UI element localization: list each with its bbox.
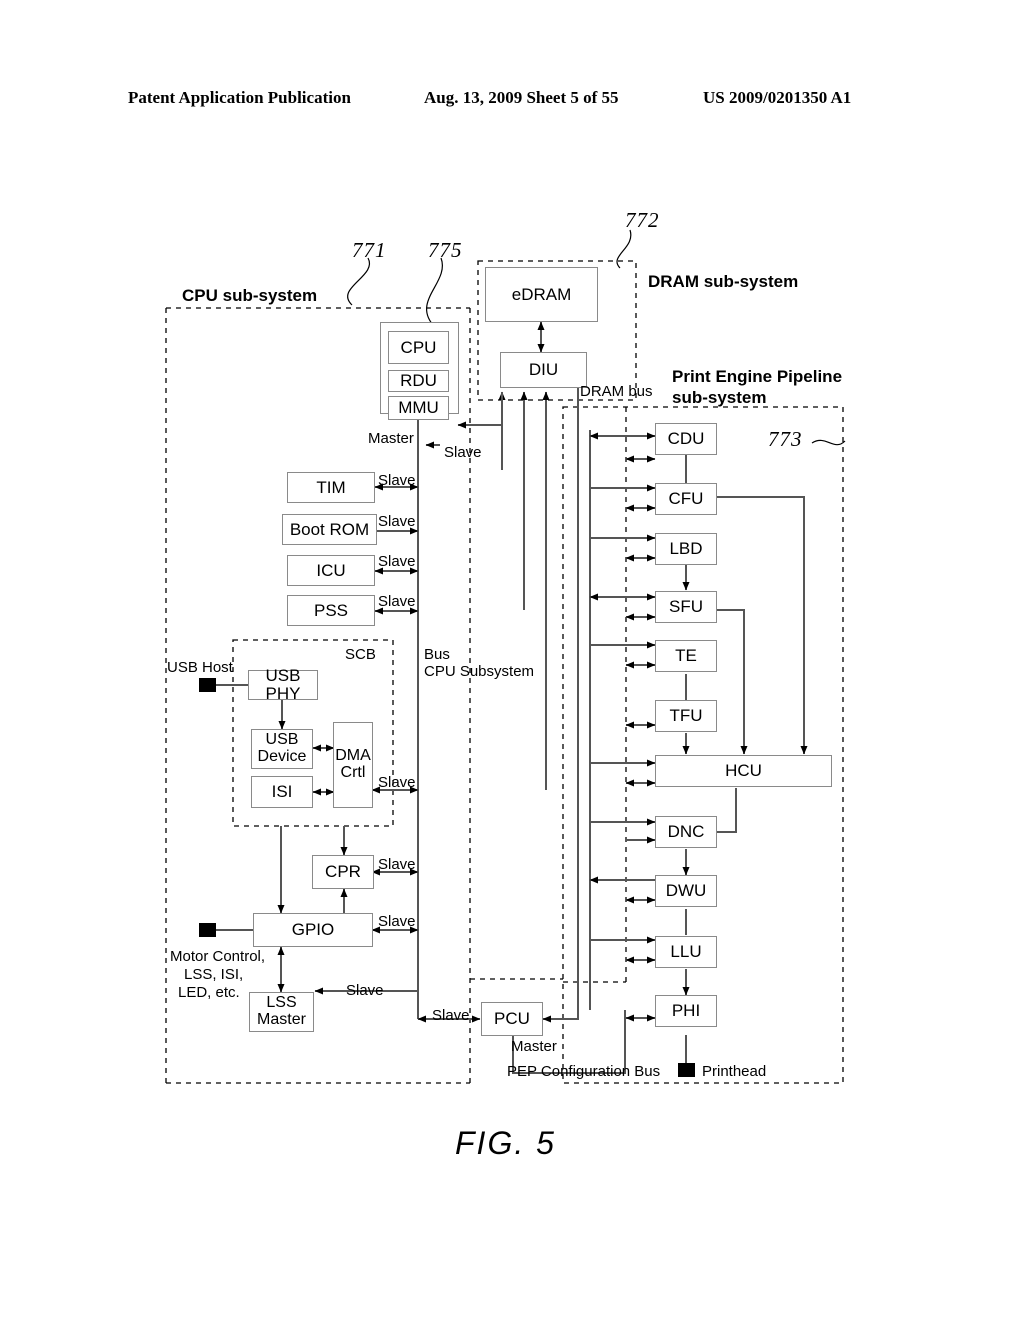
annot-slave-lss: Slave xyxy=(346,982,384,999)
ref-773: 773 xyxy=(768,427,803,451)
block-cpu[interactable]: CPU xyxy=(388,331,449,364)
conn-cfu-hcu xyxy=(717,496,808,755)
block-hcu[interactable]: HCU xyxy=(655,755,832,787)
block-te[interactable]: TE xyxy=(655,640,717,672)
block-mmu[interactable]: MMU xyxy=(388,396,449,420)
dram-subsystem-title: DRAM sub-system xyxy=(648,272,799,291)
pep-config-bus-label: PEP Configuration Bus xyxy=(507,1063,661,1080)
annot-slave-pss: Slave xyxy=(378,593,416,610)
dma-line2: Crtl xyxy=(340,764,366,781)
annot-bus-line2: CPU Subsystem xyxy=(424,663,535,680)
block-gpio[interactable]: GPIO xyxy=(253,913,373,947)
leader-772 xyxy=(616,229,632,269)
annot-master-cpu: Master xyxy=(368,430,414,447)
block-boot-rom[interactable]: Boot ROM xyxy=(282,514,377,545)
annot-slave-cpr: Slave xyxy=(378,856,416,873)
block-rdu[interactable]: RDU xyxy=(388,370,449,392)
motor-label-line3: LED, etc. xyxy=(178,984,240,1001)
block-usb-device[interactable]: USB Device xyxy=(251,729,313,769)
lss-line1: LSS xyxy=(266,994,297,1012)
usb-device-line1: USB xyxy=(265,731,299,749)
leader-771 xyxy=(347,257,371,306)
annot-dram-bus: DRAM bus xyxy=(580,383,653,400)
block-pcu[interactable]: PCU xyxy=(481,1002,543,1036)
gpio-port-icon xyxy=(199,923,216,937)
annot-slave-gpio: Slave xyxy=(378,913,416,930)
block-dma-ctrl[interactable]: DMA Crtl xyxy=(333,722,373,808)
block-pss[interactable]: PSS xyxy=(287,595,375,626)
annot-slave-dma: Slave xyxy=(378,774,416,791)
ref-775: 775 xyxy=(428,238,463,262)
conn-dram-to-pcu xyxy=(542,1010,579,1023)
block-edram[interactable]: eDRAM xyxy=(485,267,598,322)
motor-label-line1: Motor Control, xyxy=(170,948,266,965)
block-cdu[interactable]: CDU xyxy=(655,423,717,455)
pep-subsystem-title-line2: sub-system xyxy=(672,388,767,407)
block-lss-master[interactable]: LSS Master xyxy=(249,992,314,1032)
block-phi[interactable]: PHI xyxy=(655,995,717,1027)
block-dwu[interactable]: DWU xyxy=(655,875,717,907)
cpu-subsystem-title: CPU sub-system xyxy=(182,286,318,305)
leader-775 xyxy=(426,257,443,326)
block-lbd[interactable]: LBD xyxy=(655,533,717,565)
block-isi[interactable]: ISI xyxy=(251,776,313,808)
conn-sfu-hcu xyxy=(717,609,748,755)
block-sfu[interactable]: SFU xyxy=(655,591,717,623)
printhead-port-icon xyxy=(678,1063,695,1077)
annot-bus-line1: Bus xyxy=(424,646,450,663)
block-usb-phy[interactable]: USB PHY xyxy=(248,667,318,702)
block-diu[interactable]: DIU xyxy=(500,352,587,388)
figure-vector-layer xyxy=(165,229,846,1084)
leader-773 xyxy=(811,439,846,446)
pep-subsystem-title-line1: Print Engine Pipeline xyxy=(672,367,843,386)
block-icu[interactable]: ICU xyxy=(287,555,375,586)
block-tfu[interactable]: TFU xyxy=(655,700,717,732)
patent-figure-page: Patent Application Publication Aug. 13, … xyxy=(0,0,1024,1320)
annot-master-pcu: Master xyxy=(511,1038,557,1055)
ref-772: 772 xyxy=(625,208,660,232)
usb-host-port-icon xyxy=(199,678,216,692)
figure-caption: FIG. 5 xyxy=(455,1125,556,1161)
block-tim[interactable]: TIM xyxy=(287,472,375,503)
usb-device-line2: Device xyxy=(257,748,307,765)
block-cfu[interactable]: CFU xyxy=(655,483,717,515)
ref-771: 771 xyxy=(352,238,387,262)
block-dnc[interactable]: DNC xyxy=(655,816,717,848)
annot-slave-pcu: Slave xyxy=(432,1007,470,1024)
annot-slave-icu: Slave xyxy=(378,553,416,570)
lss-line2: Master xyxy=(257,1011,306,1028)
block-cpr[interactable]: CPR xyxy=(312,855,374,889)
printhead-label: Printhead xyxy=(702,1063,767,1080)
dma-line1: DMA xyxy=(335,747,371,765)
pep-inner-boundary xyxy=(563,407,627,983)
usb-host-label: USB Host xyxy=(167,659,233,676)
annot-slave-tim: Slave xyxy=(378,472,416,489)
annot-slave-bootrom: Slave xyxy=(378,513,416,530)
block-llu[interactable]: LLU xyxy=(655,936,717,968)
scb-label: SCB xyxy=(345,646,376,663)
motor-label-line2: LSS, ISI, xyxy=(184,966,244,983)
annot-slave-cpu: Slave xyxy=(444,444,482,461)
